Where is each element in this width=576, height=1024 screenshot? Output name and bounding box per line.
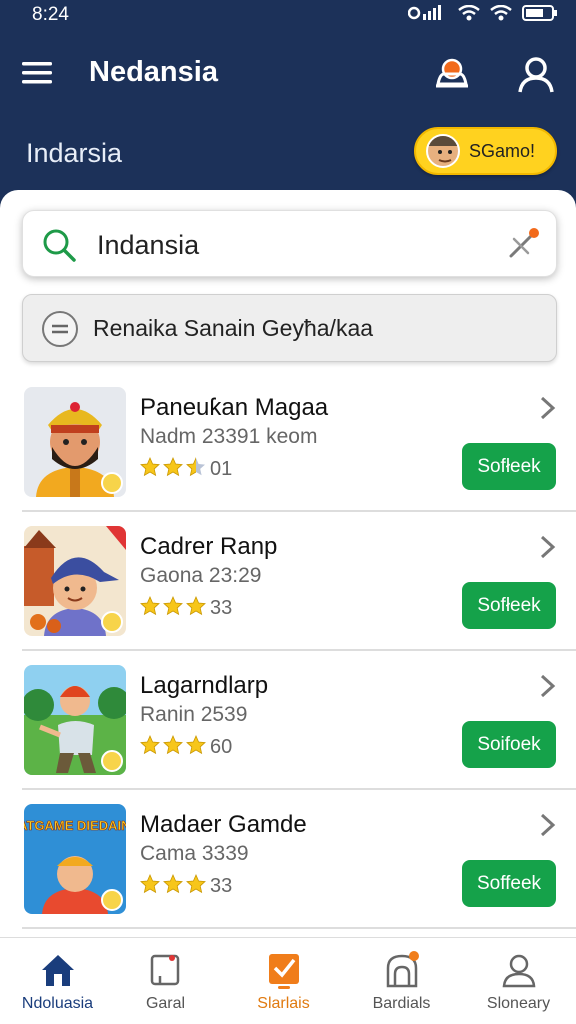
game-badge-label: SGamo! — [469, 140, 536, 161]
game-meta: Nadm 23391 keom — [140, 425, 318, 448]
game-thumbnail — [24, 387, 126, 497]
star-rating: 33 — [140, 873, 232, 900]
badge-icon — [386, 951, 419, 988]
stars — [140, 873, 208, 900]
filter-chip[interactable]: Renaika Sanain Geyħa/kaa — [22, 294, 557, 362]
star-rating: 01 — [140, 456, 232, 483]
game-thumbnail — [24, 665, 126, 775]
rating-count: 33 — [210, 875, 233, 897]
profile-icon[interactable] — [514, 52, 558, 96]
wifi-icon — [490, 5, 512, 21]
star-icon — [140, 457, 160, 477]
app-title: Nedansia — [89, 56, 218, 88]
menu-icon[interactable] — [22, 59, 54, 87]
chevron-right-icon[interactable] — [538, 812, 558, 838]
star-icon — [140, 735, 160, 755]
tab-sloneary[interactable]: Sloneary — [461, 938, 576, 1024]
chevron-right-icon[interactable] — [538, 673, 558, 699]
star-rating: 60 — [140, 734, 232, 761]
star-icon — [163, 596, 183, 616]
tab-label: Garal — [145, 995, 186, 1012]
game-thumbnail: TRATGAME DIEDAINOS — [24, 804, 126, 914]
game-thumbnail — [24, 526, 126, 636]
list-item[interactable]: Paneuƙan Magaa Nadm 23391 keom 01 Sofłee… — [0, 373, 576, 512]
tab-bardials[interactable]: Bardials — [344, 938, 459, 1024]
search-icon — [43, 229, 76, 262]
star-rating: 33 — [140, 595, 232, 622]
play-button[interactable]: Soifoek — [462, 721, 556, 768]
wifi-icon — [458, 5, 480, 21]
star-icon — [140, 874, 160, 894]
tab-label: Sloneary — [486, 995, 551, 1012]
star-icon — [186, 874, 206, 894]
star-icon — [186, 596, 206, 616]
stars — [140, 734, 208, 761]
bottom-tab-bar: Ndoluasia Garal Slarlais Bardials Slonea… — [0, 937, 576, 1024]
filter-label: Renaika Sanain Geyħa/kaa — [93, 315, 374, 341]
game-meta: Ranin 2539 — [140, 703, 248, 726]
divider — [22, 927, 576, 929]
tab-slarlais[interactable]: Slarlais — [226, 938, 341, 1024]
star-icon — [140, 596, 160, 616]
list-item[interactable]: TRATGAME DIEDAINOS Madaer Gamde Cama 333… — [0, 790, 576, 929]
star-icon — [163, 735, 183, 755]
status-bar: 8:24 — [0, 0, 576, 30]
chevron-right-icon[interactable] — [538, 395, 558, 421]
search-input[interactable] — [97, 229, 487, 261]
game-title: Lagarndlarp — [140, 672, 269, 699]
game-meta: Cama 3339 — [140, 842, 249, 865]
game-title: Paneuƙan Magaa — [140, 394, 329, 421]
star-icon — [186, 457, 205, 477]
game-meta: Gaona 23:29 — [140, 564, 262, 587]
status-icons — [408, 5, 558, 21]
tab-home[interactable]: Ndoluasia — [0, 938, 115, 1024]
play-button[interactable]: Sofłeek — [462, 443, 556, 490]
rating-count: 01 — [210, 458, 233, 480]
tab-label: Ndoluasia — [21, 995, 94, 1012]
star-icon — [163, 874, 183, 894]
rating-count: 33 — [210, 597, 233, 619]
star-icon — [163, 457, 183, 477]
list-item[interactable]: Cadrer Ranp Gaona 23:29 33 Sofłeek — [0, 512, 576, 651]
play-button[interactable]: Soffeek — [462, 860, 556, 907]
status-time: 8:24 — [32, 4, 69, 25]
tab-garal[interactable]: Garal — [108, 938, 223, 1024]
signal-icon — [408, 5, 441, 20]
flag-icon — [150, 954, 180, 986]
minus-circle-icon — [42, 311, 78, 347]
game-title: Madaer Gamde — [140, 811, 307, 838]
page-subtitle: Indarsia — [26, 138, 123, 168]
rating-count: 60 — [210, 736, 233, 758]
home-icon — [42, 955, 74, 986]
pin-icon[interactable] — [506, 225, 542, 261]
search-bar[interactable] — [22, 210, 557, 277]
list-item[interactable]: Lagarndlarp Ranin 2539 60 Soifoek — [0, 651, 576, 790]
checklist-icon — [269, 954, 299, 989]
battery-icon — [522, 5, 557, 21]
star-icon — [186, 735, 206, 755]
tab-label: Bardials — [372, 995, 431, 1012]
stars — [140, 595, 208, 622]
top-bar: Nedansia — [0, 44, 576, 104]
tab-label: Slarlais — [257, 995, 310, 1012]
avatar — [426, 134, 460, 168]
chevron-right-icon[interactable] — [538, 534, 558, 560]
user-icon — [502, 954, 536, 988]
play-button[interactable]: Sofłeek — [462, 582, 556, 629]
game-badge-button[interactable]: SGamo! — [414, 127, 557, 175]
notification-bell-icon[interactable] — [430, 52, 474, 96]
game-title: Cadrer Ranp — [140, 533, 278, 560]
stars — [140, 456, 208, 483]
thumb-banner-text: TRATGAME DIEDAINOS — [24, 818, 126, 833]
